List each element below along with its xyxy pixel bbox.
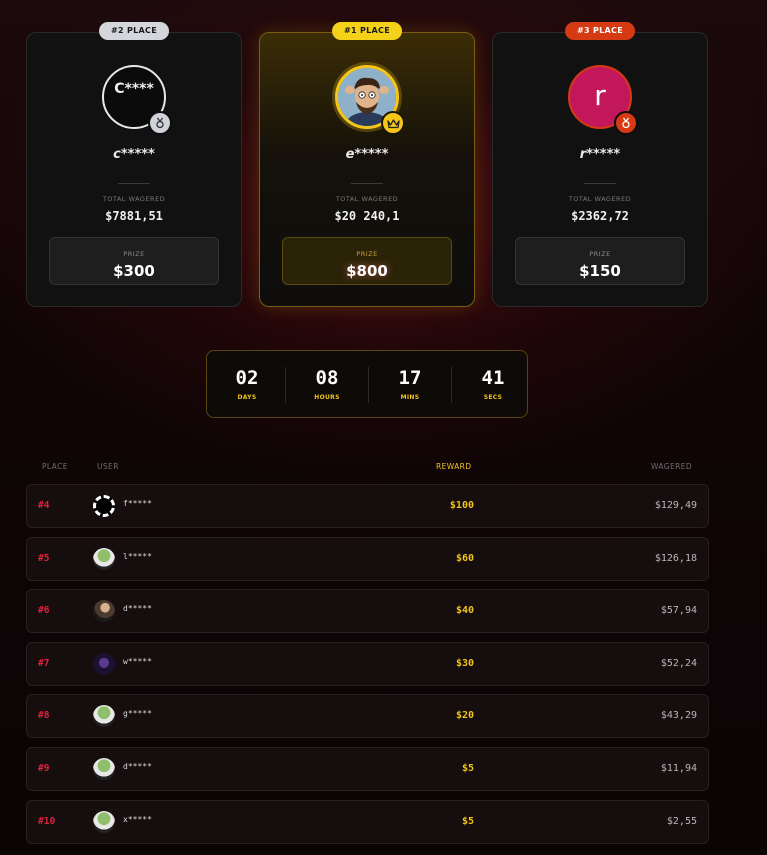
- avatar-letter: r: [594, 78, 606, 112]
- user-avatar: [93, 705, 115, 727]
- row-username: w*****: [123, 657, 152, 666]
- row-username: d*****: [123, 762, 152, 771]
- user-avatar: [93, 811, 115, 833]
- avatar: C****: [102, 65, 172, 135]
- prize-box: PRIZE $150: [515, 237, 685, 285]
- user-avatar: [93, 548, 115, 570]
- row-reward: $5: [461, 763, 474, 774]
- leaderboard-row: #10 x***** $5 $2,55: [26, 800, 709, 844]
- row-place: #7: [38, 658, 50, 669]
- prize-value: $300: [113, 262, 155, 280]
- row-place: #4: [38, 500, 50, 511]
- row-wagered: $2,55: [666, 816, 697, 827]
- leaderboard-row: #5 l***** $60 $126,18: [26, 537, 709, 581]
- header-user: USER: [97, 462, 119, 471]
- prize-value: $150: [579, 262, 621, 280]
- prize-label: PRIZE: [123, 250, 145, 258]
- prize-value: $800: [346, 262, 388, 280]
- place-badge: #2 PLACE: [99, 22, 169, 40]
- total-wagered-value: $20 240,1: [334, 209, 400, 223]
- row-wagered: $129,49: [654, 500, 697, 511]
- winner-username: e*****: [345, 147, 389, 162]
- row-wagered: $57,94: [660, 605, 697, 616]
- countdown-separator: [451, 367, 452, 403]
- user-avatar: [93, 495, 115, 517]
- row-reward: $20: [455, 710, 474, 721]
- countdown-label: HOURS: [314, 394, 340, 401]
- countdown-separator: [285, 367, 286, 403]
- row-place: #6: [38, 605, 50, 616]
- user-avatar: [93, 653, 115, 675]
- header-wagered: WAGERED: [651, 462, 693, 471]
- row-place: #10: [38, 816, 56, 827]
- row-wagered: $11,94: [660, 763, 697, 774]
- leaderboard-row: #9 d***** $5 $11,94: [26, 747, 709, 791]
- total-wagered-value: $7881,51: [105, 209, 163, 223]
- leaderboard-row: #6 d***** $40 $57,94: [26, 589, 709, 633]
- row-reward: $30: [455, 658, 474, 669]
- row-reward: $40: [455, 605, 474, 616]
- podium-card-second: #2 PLACE C**** c***** TOTAL WAGERED $788…: [26, 22, 242, 307]
- header-place: PLACE: [42, 462, 68, 471]
- countdown-hours: 08 HOURS: [287, 351, 367, 419]
- row-wagered: $52,24: [660, 658, 697, 669]
- countdown-label: MINS: [400, 394, 420, 401]
- row-username: l*****: [123, 552, 152, 561]
- avatar-text: C****: [114, 81, 154, 97]
- countdown-days: 02 DAYS: [207, 351, 287, 419]
- row-username: x*****: [123, 815, 152, 824]
- countdown-value: 41: [481, 367, 505, 389]
- row-wagered: $126,18: [654, 553, 697, 564]
- prize-box: PRIZE $300: [49, 237, 219, 285]
- countdown-timer: 02 DAYS 08 HOURS 17 MINS 41 SECS: [206, 350, 528, 418]
- countdown-secs: 41 SECS: [453, 351, 533, 419]
- place-badge: #3 PLACE: [565, 22, 635, 40]
- user-avatar: [93, 758, 115, 780]
- divider: [118, 183, 150, 184]
- countdown-value: 08: [315, 367, 339, 389]
- countdown-separator: [368, 367, 369, 403]
- total-wagered-label: TOTAL WAGERED: [335, 195, 399, 203]
- row-reward: $100: [449, 500, 474, 511]
- total-wagered-label: TOTAL WAGERED: [102, 195, 166, 203]
- row-username: d*****: [123, 604, 152, 613]
- countdown-value: 17: [398, 367, 422, 389]
- place-badge: #1 PLACE: [332, 22, 402, 40]
- leaderboard-row: #7 w***** $30 $52,24: [26, 642, 709, 686]
- prize-label: PRIZE: [589, 250, 611, 258]
- bronze-medal-icon: [614, 111, 638, 135]
- row-place: #5: [38, 553, 50, 564]
- countdown-value: 02: [235, 367, 259, 389]
- header-reward: REWARD: [436, 462, 472, 471]
- prize-box: PRIZE $800: [282, 237, 452, 285]
- row-wagered: $43,29: [660, 710, 697, 721]
- user-avatar: [93, 600, 115, 622]
- row-username: f*****: [123, 499, 152, 508]
- podium-card-first: #1 PLACE e***** TOTAL WAGERED $20 240,1 …: [259, 22, 475, 307]
- avatar: r: [568, 65, 638, 135]
- total-wagered-value: $2362,72: [571, 209, 629, 223]
- row-place: #9: [38, 763, 50, 774]
- divider: [351, 183, 383, 184]
- countdown-label: SECS: [483, 394, 503, 401]
- countdown-label: DAYS: [237, 394, 257, 401]
- winner-username: c*****: [113, 147, 155, 162]
- crown-icon: [381, 111, 405, 135]
- row-username: g*****: [123, 709, 152, 718]
- divider: [584, 183, 616, 184]
- leaderboard-row: #4 f***** $100 $129,49: [26, 484, 709, 528]
- leaderboard-row: #8 g***** $20 $43,29: [26, 694, 709, 738]
- row-reward: $60: [455, 553, 474, 564]
- silver-medal-icon: [148, 111, 172, 135]
- row-place: #8: [38, 710, 50, 721]
- winner-username: r*****: [579, 147, 621, 162]
- podium-card-third: #3 PLACE r r***** TOTAL WAGERED $2362,72…: [492, 22, 708, 307]
- avatar: [335, 65, 405, 135]
- total-wagered-label: TOTAL WAGERED: [568, 195, 632, 203]
- prize-label: PRIZE: [356, 250, 378, 258]
- countdown-mins: 17 MINS: [370, 351, 450, 419]
- row-reward: $5: [461, 816, 474, 827]
